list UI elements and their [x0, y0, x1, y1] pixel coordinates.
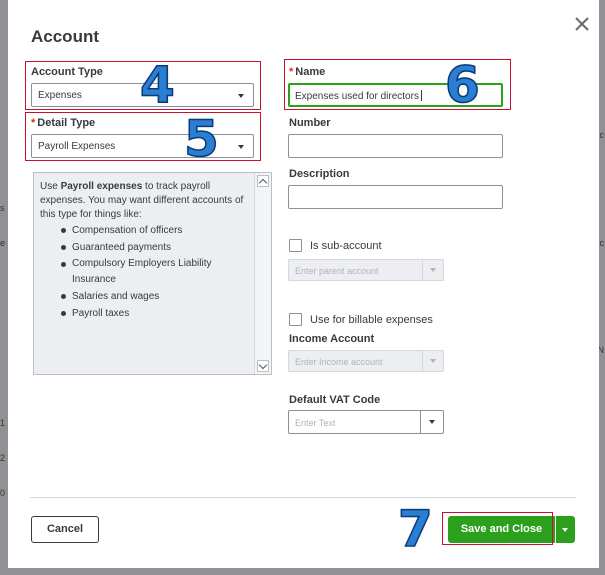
select-divider: [420, 411, 421, 433]
account-dialog: Account Account Type Expenses * Detail Ty…: [8, 0, 599, 568]
chevron-down-icon: [562, 528, 568, 532]
vat-code-placeholder: Enter Text: [295, 418, 336, 428]
chevron-down-icon: [430, 359, 436, 363]
income-account-placeholder: Enter Income account: [295, 357, 383, 367]
description-scrollbar[interactable]: [254, 173, 271, 374]
list-item: Compulsory Employers Liability Insurance: [40, 256, 250, 288]
vat-code-select[interactable]: Enter Text: [288, 410, 444, 434]
income-account-select: Enter Income account: [288, 350, 444, 372]
annotation-step-6: 6: [444, 56, 480, 114]
billable-checkbox[interactable]: [289, 313, 302, 326]
chevron-down-icon: [429, 420, 435, 424]
bg-fragment: c: [599, 238, 605, 248]
bg-fragment: e: [0, 238, 6, 248]
annotation-highlight-detail-type: [25, 112, 261, 161]
help-list: Compensation of officers Guaranteed paym…: [40, 222, 250, 322]
scroll-up-icon[interactable]: [257, 175, 269, 187]
description-label: Description: [289, 168, 350, 180]
select-divider: [422, 351, 423, 371]
billable-label: Use for billable expenses: [310, 314, 433, 326]
save-options-dropdown[interactable]: [556, 516, 575, 543]
bg-fragment: 0: [0, 488, 6, 498]
list-item: Salaries and wages: [40, 288, 250, 305]
list-item: Compensation of officers: [40, 222, 250, 239]
number-input[interactable]: [288, 134, 503, 158]
bg-fragment: 1: [0, 418, 6, 428]
annotation-step-5: 5: [183, 110, 219, 168]
sub-account-label: Is sub-account: [310, 240, 382, 252]
annotation-highlight-save: [442, 512, 553, 545]
parent-account-select: Enter parent account: [288, 259, 444, 281]
select-divider: [422, 260, 423, 280]
dialog-title: Account: [31, 27, 99, 46]
bg-fragment: s: [0, 203, 5, 213]
chevron-down-icon: [430, 268, 436, 272]
description-input[interactable]: [288, 185, 503, 209]
list-item: Payroll taxes: [40, 305, 250, 322]
cancel-button[interactable]: Cancel: [31, 516, 99, 543]
scroll-down-icon[interactable]: [257, 360, 269, 372]
parent-account-placeholder: Enter parent account: [295, 266, 379, 276]
close-button[interactable]: [572, 14, 592, 34]
help-intro-bold: Payroll expenses: [60, 181, 143, 192]
number-label: Number: [289, 117, 331, 129]
annotation-step-4: 4: [139, 56, 175, 114]
background-left-edge: s e 1 2 0: [0, 0, 8, 575]
bg-fragment: 2: [0, 453, 6, 463]
vat-code-label: Default VAT Code: [289, 394, 381, 406]
annotation-step-7: 7: [397, 500, 433, 558]
help-intro: Use: [40, 181, 61, 192]
detail-type-description: Use Payroll expenses to track payroll ex…: [33, 172, 272, 375]
footer-divider: [30, 497, 576, 498]
list-item: Guaranteed payments: [40, 239, 250, 256]
bg-fragment: c: [599, 130, 605, 140]
close-icon: [575, 17, 589, 31]
sub-account-checkbox[interactable]: [289, 239, 302, 252]
description-help-text: Use Payroll expenses to track payroll ex…: [40, 180, 250, 322]
income-account-label: Income Account: [289, 333, 375, 345]
